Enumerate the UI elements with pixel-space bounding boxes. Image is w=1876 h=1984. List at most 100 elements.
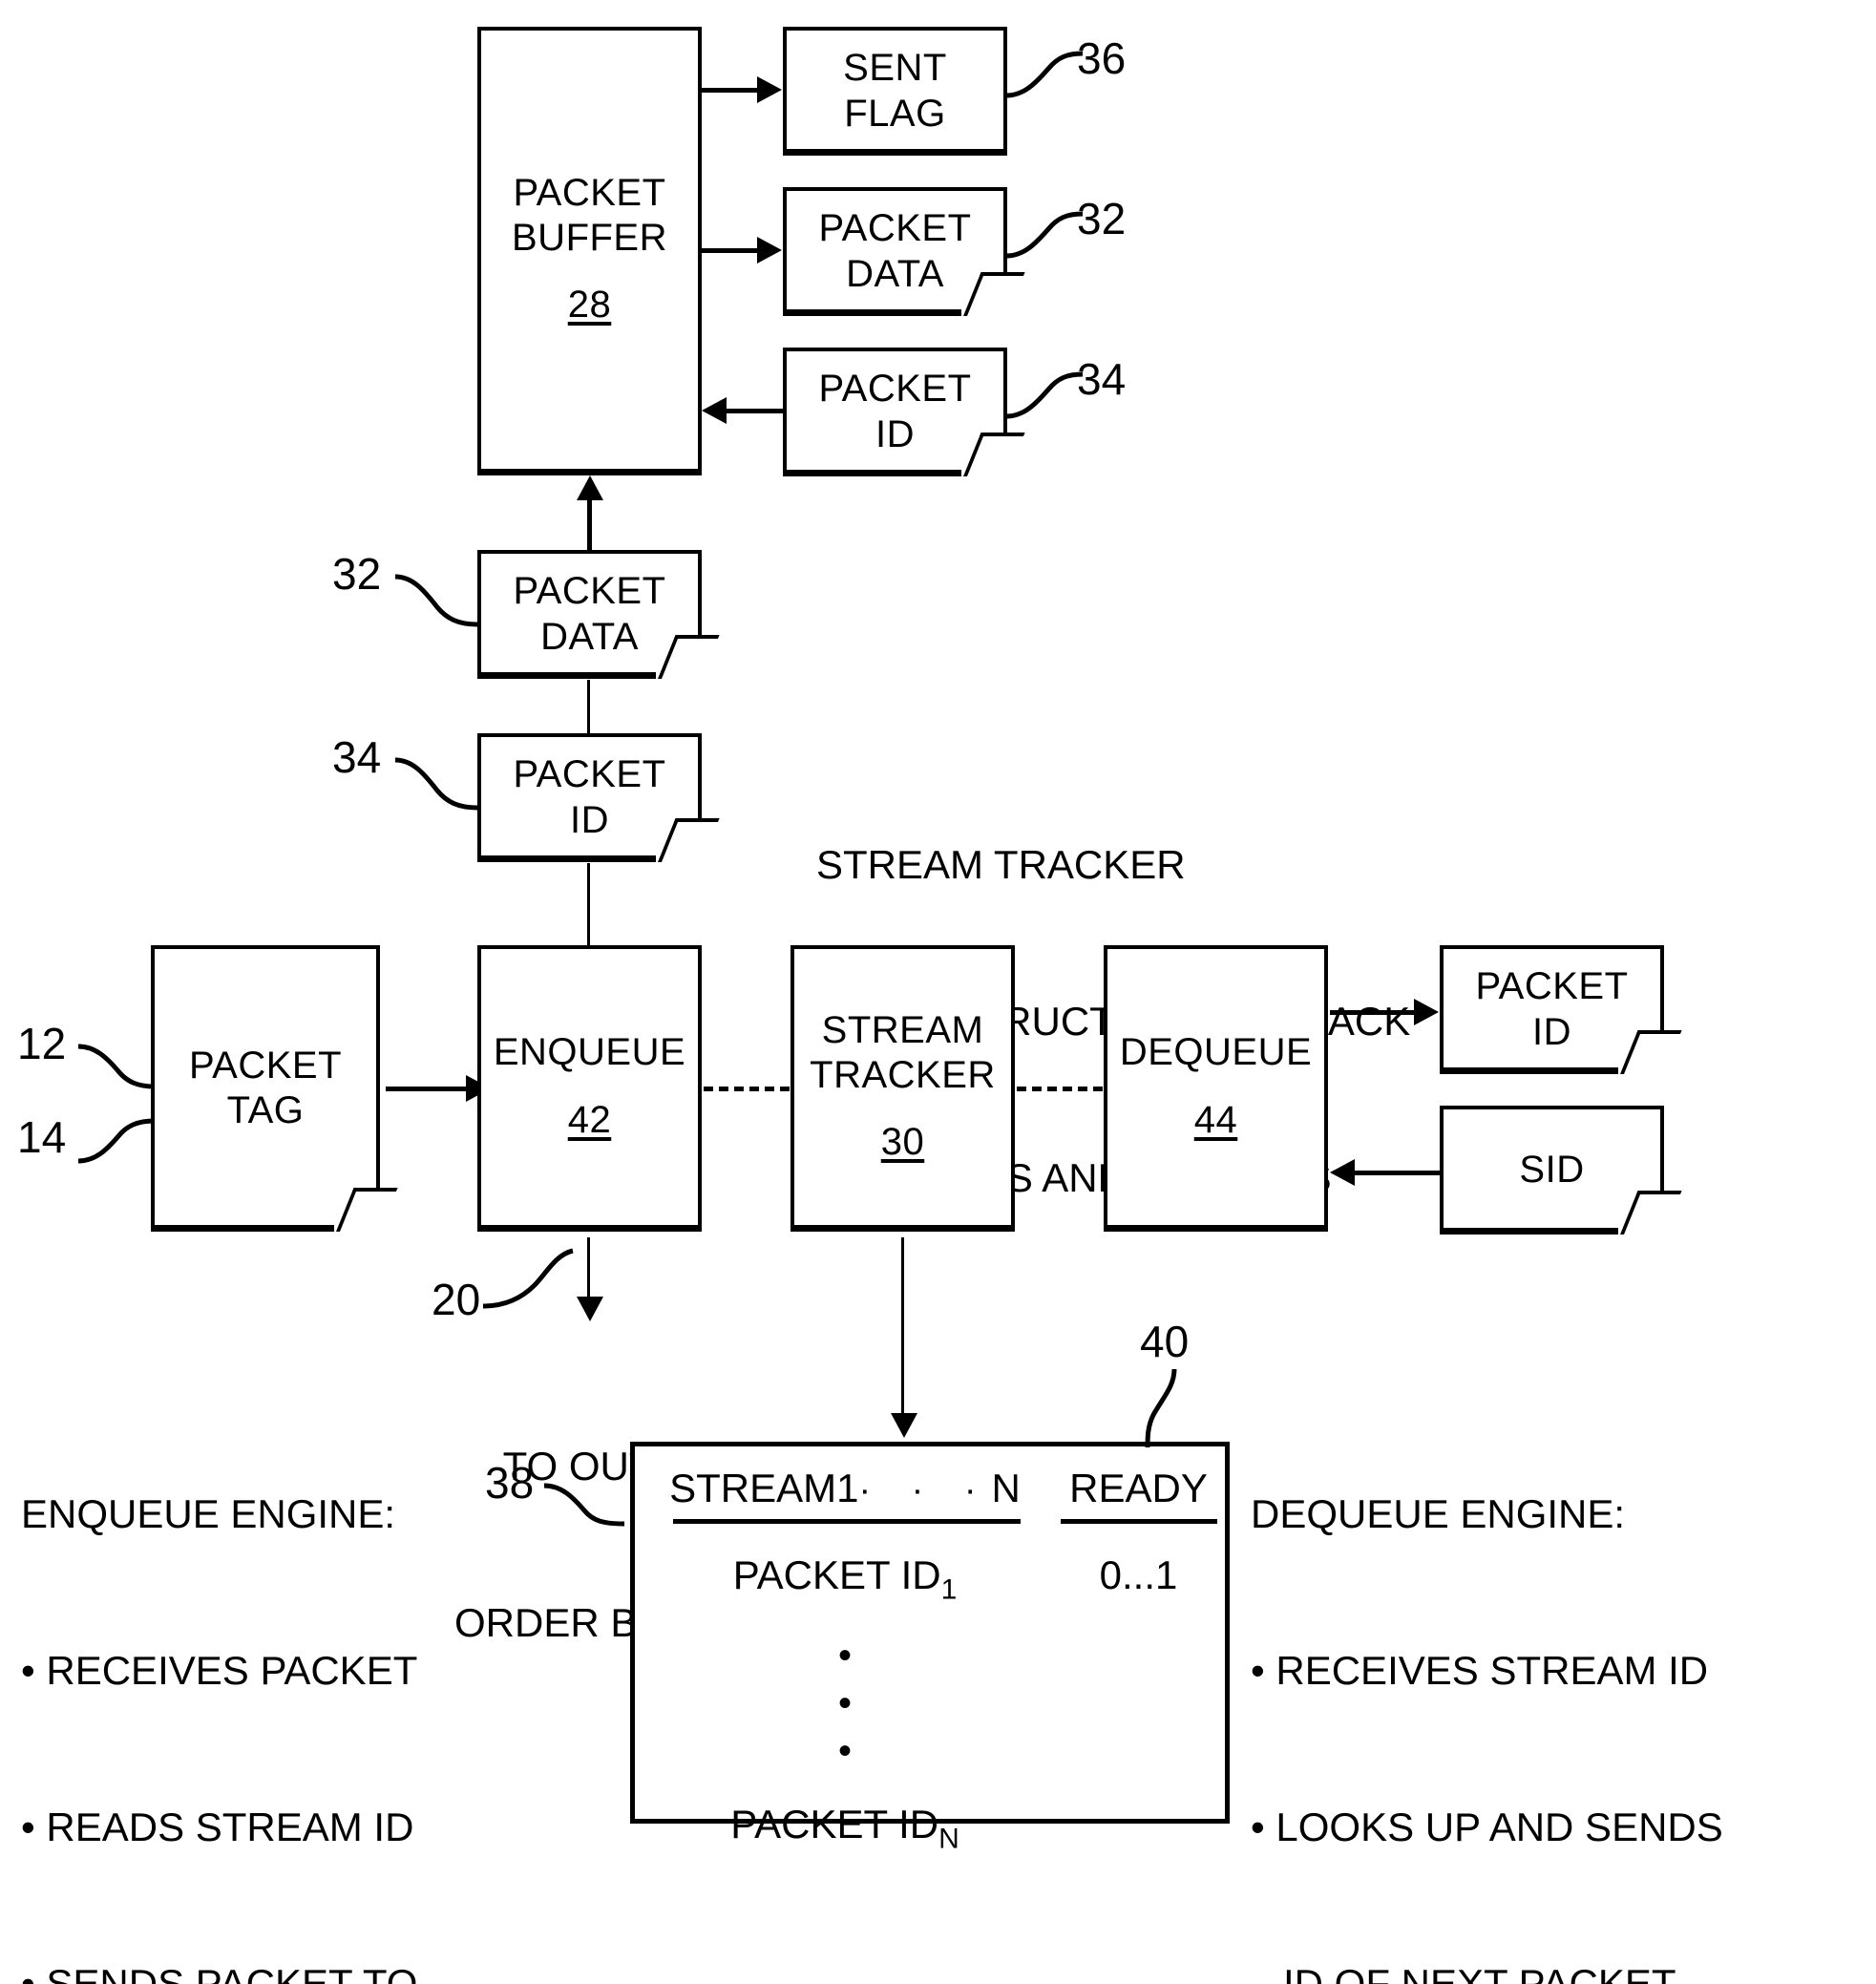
packet-data-mid-fold-icon	[658, 635, 720, 679]
table-cell-packet-id-last-sub: N	[938, 1823, 959, 1854]
ref-20: 20	[432, 1275, 481, 1324]
dashed-tracker-to-dequeue	[1017, 1087, 1103, 1091]
packet-id-top-box: PACKET ID	[783, 348, 1025, 480]
packet-data-mid-label-2: DATA	[540, 615, 639, 658]
arrow-sid-to-dequeue-head	[1330, 1159, 1355, 1186]
arrow-data-to-buffer-head	[577, 475, 603, 500]
stream-tracker-note-heading: STREAM TRACKER	[816, 842, 1186, 888]
packet-id-mid-label-1: PACKET	[513, 753, 666, 796]
packet-tag-label-1: PACKET	[188, 1044, 343, 1087]
arrow-data-to-buffer-line	[587, 500, 592, 550]
dequeue-engine-note: DEQUEUE ENGINE: RECEIVES STREAM ID LOOKS…	[1251, 1384, 1871, 1984]
arrow-packet-id-to-buffer-line	[726, 409, 783, 413]
diagram-canvas: PACKET BUFFER 28 SENT FLAG 36 PACKET DAT…	[0, 0, 1876, 1984]
table-ellipsis-dot-3: •	[837, 1729, 852, 1772]
tracker-to-table-line	[901, 1237, 904, 1421]
ref-32-mid: 32	[332, 549, 382, 599]
packet-id-mid-box: PACKET ID	[477, 733, 720, 866]
dequeue-label: DEQUEUE	[1119, 1031, 1313, 1074]
sent-flag-label-1: SENT	[843, 47, 947, 90]
arrow-dequeue-to-packet-id-head	[1414, 999, 1439, 1025]
stream-tracker-box: STREAM TRACKER 30	[790, 945, 1015, 1232]
sid-fold-icon	[1620, 1191, 1682, 1235]
ref-12: 12	[17, 1019, 67, 1068]
enqueue-engine-bullet-3: SENDS PACKET TO	[21, 1958, 613, 1984]
enqueue-engine-heading: ENQUEUE ENGINE:	[21, 1491, 396, 1537]
ref-34-top: 34	[1077, 354, 1127, 404]
packet-data-mid-box: PACKET DATA	[477, 550, 720, 683]
table-ellipsis-dot-2: •	[837, 1681, 852, 1724]
table-rule-right	[1061, 1519, 1217, 1524]
stream-tracker-label-2: TRACKER	[810, 1054, 996, 1096]
table-cell-ready-last	[1055, 1802, 1222, 1856]
table-cell-packet-id-first: PACKET ID1	[635, 1552, 1055, 1607]
packet-id-top-fold-icon	[963, 433, 1025, 476]
arrow-sid-to-dequeue-line	[1354, 1171, 1440, 1175]
sent-flag-label-2: FLAG	[844, 92, 946, 135]
ref-32-top: 32	[1077, 194, 1127, 243]
table-rule-left	[673, 1519, 1021, 1524]
ref-34-mid: 34	[332, 732, 382, 782]
packet-buffer-label-1: PACKET	[513, 171, 666, 214]
arrow-packet-id-to-buffer-head	[702, 397, 727, 424]
packet-buffer-label-2: BUFFER	[512, 217, 667, 259]
arrow-buffer-to-packet-data-head	[757, 237, 782, 264]
table-header-row: STREAM1· · ·N READY	[635, 1446, 1225, 1511]
table-header-stream: STREAM1· · ·N	[635, 1466, 1055, 1511]
packet-tag-box: PACKET TAG	[151, 945, 398, 1235]
table-header-stream-n: N	[991, 1466, 1021, 1510]
packet-buffer-ref: 28	[567, 284, 612, 327]
stream-tracker-label-1: STREAM	[821, 1008, 984, 1051]
arrow-dequeue-to-packet-id-line	[1330, 1010, 1416, 1015]
enqueue-ref: 42	[567, 1098, 612, 1141]
dequeue-box: DEQUEUE 44	[1104, 945, 1328, 1232]
table-header-ready: READY	[1069, 1466, 1208, 1510]
packet-id-top-label-1: PACKET	[818, 368, 972, 411]
leader-12	[77, 1044, 156, 1089]
packet-data-top-label-2: DATA	[846, 252, 944, 295]
table-ellipsis-dot-1: •	[837, 1634, 852, 1677]
enqueue-engine-bullet-2: READS STREAM ID	[21, 1802, 613, 1854]
arrow-buffer-to-sent-flag-line	[702, 88, 759, 93]
arrow-tag-to-enqueue-line	[386, 1087, 468, 1091]
leader-20	[482, 1248, 574, 1309]
tracker-to-table-head	[891, 1413, 917, 1438]
leader-40	[1145, 1368, 1177, 1448]
packet-id-top-label-2: ID	[875, 412, 915, 455]
dequeue-ref: 44	[1193, 1098, 1238, 1141]
stream-tracker-ref: 30	[880, 1121, 925, 1164]
table-cell-packet-id-last-text: PACKET ID	[730, 1801, 939, 1847]
table-cell-packet-id-first-text: PACKET ID	[732, 1552, 941, 1597]
packet-data-top-box: PACKET DATA	[783, 187, 1025, 320]
packet-buffer-box: PACKET BUFFER 28	[477, 27, 702, 475]
table-header-stream-dots: · · ·	[858, 1470, 992, 1510]
packet-id-right-label-2: ID	[1532, 1010, 1571, 1053]
enqueue-box: ENQUEUE 42	[477, 945, 702, 1232]
connector-data-to-id-mid	[587, 680, 590, 735]
enqueue-engine-note: ENQUEUE ENGINE: RECEIVES PACKET READS ST…	[21, 1384, 613, 1984]
dequeue-engine-bullet-2: LOOKS UP AND SENDS	[1251, 1802, 1871, 1854]
table-vertical-ellipsis: • • •	[635, 1632, 1055, 1775]
leader-14	[77, 1118, 156, 1164]
arrow-buffer-to-packet-data-line	[702, 248, 759, 253]
table-header-rules	[635, 1519, 1225, 1524]
enqueue-engine-bullet-1: RECEIVES PACKET	[21, 1645, 613, 1698]
table-cell-ready-range: 0...1	[1099, 1552, 1178, 1597]
packet-id-mid-label-2: ID	[570, 798, 609, 841]
dequeue-engine-bullet-1: RECEIVES STREAM ID	[1251, 1645, 1871, 1698]
packet-data-top-fold-icon	[963, 272, 1025, 316]
stream-tracker-table: STREAM1· · ·N READY PACKET ID1 0...1 • •…	[630, 1442, 1230, 1854]
packet-tag-label-2: TAG	[226, 1089, 305, 1131]
packet-tag-fold-icon	[336, 1188, 398, 1232]
leader-34-mid	[394, 757, 478, 811]
ref-36: 36	[1077, 33, 1127, 83]
packet-id-mid-fold-icon	[658, 818, 720, 862]
arrow-buffer-to-sent-flag-head	[757, 76, 782, 103]
packet-data-top-label-1: PACKET	[818, 207, 972, 250]
packet-id-right-box: PACKET ID	[1440, 945, 1682, 1078]
connector-id-to-enqueue	[587, 863, 590, 945]
table-row: PACKET IDN	[635, 1802, 1225, 1856]
table-row: PACKET ID1 0...1	[635, 1552, 1225, 1607]
dequeue-engine-bullet-2-cont: ID OF NEXT PACKET	[1283, 1960, 1676, 1984]
sid-box: SID	[1440, 1106, 1682, 1238]
